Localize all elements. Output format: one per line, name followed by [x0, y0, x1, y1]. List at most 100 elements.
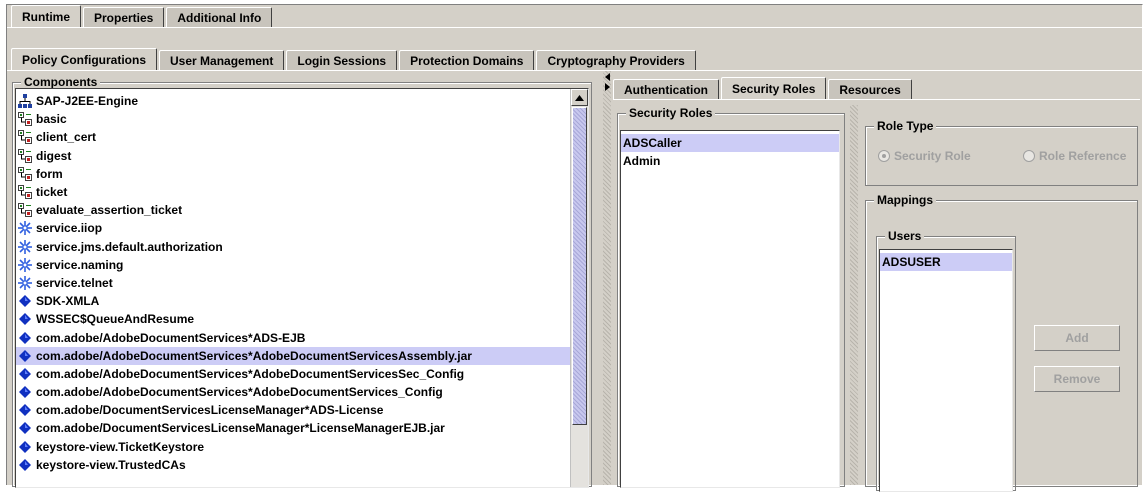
component-tree-item-label: client_cert	[36, 130, 97, 145]
security-roles-group: Security Roles ADSCaller Admin	[617, 106, 845, 488]
components-title: Components	[21, 75, 101, 89]
component-tree-item-label: evaluate_assertion_ticket	[36, 203, 183, 218]
main-splitter[interactable]	[603, 71, 611, 485]
component-tree-item[interactable]: client_cert	[16, 128, 570, 146]
service-snowflake-icon	[18, 257, 32, 272]
policy-node-icon	[18, 203, 32, 218]
component-diamond-icon	[18, 349, 32, 363]
tab-login-sessions[interactable]: Login Sessions	[286, 50, 398, 70]
component-tree-item[interactable]: service.naming	[16, 256, 570, 274]
policy-node-icon	[18, 185, 32, 200]
component-tree-item-label: com.adobe/AdobeDocumentServices*ADS-EJB	[36, 330, 306, 345]
tab-additional-info[interactable]: Additional Info	[166, 7, 273, 27]
roles-splitter[interactable]	[850, 105, 858, 485]
service-snowflake-icon	[18, 275, 32, 290]
role-type-group: Role Type Security Role Role Reference	[865, 119, 1138, 186]
security-role-item-label: ADSCaller	[623, 136, 682, 151]
policy-node-icon	[18, 130, 32, 145]
sub-tab-strip: Policy Configurations User Management Logi…	[11, 48, 698, 70]
components-list[interactable]: SAP-J2EE-Engine basic client_certdigest for…	[15, 88, 589, 488]
component-tree-item[interactable]: SAP-J2EE-Engine	[16, 92, 570, 110]
component-tree-item[interactable]: evaluate_assertion_ticket	[16, 201, 570, 219]
security-role-item-label: Admin	[623, 154, 661, 169]
component-diamond-icon	[18, 403, 32, 417]
component-tree-item-label: digest	[36, 148, 72, 163]
radio-security-role[interactable]: Security Role	[878, 149, 971, 163]
component-tree-item-label: keystore-view.TicketKeystore	[36, 439, 205, 454]
component-tree-item-label: ticket	[36, 185, 68, 200]
component-tree-item[interactable]: com.adobe/AdobeDocumentServices*AdobeDoc…	[16, 346, 570, 365]
add-button[interactable]: Add	[1034, 325, 1120, 351]
component-tree-item[interactable]: com.adobe/AdobeDocumentServices*AdobeDoc…	[16, 383, 570, 401]
component-tree-item[interactable]: form	[16, 165, 570, 183]
component-tree-item-label: SAP-J2EE-Engine	[36, 94, 139, 109]
service-snowflake-icon	[18, 221, 32, 236]
component-diamond-icon	[18, 421, 32, 435]
mappings-group: Mappings Users ADSUSER Add Remove	[865, 193, 1138, 492]
component-tree-item[interactable]: service.jms.default.authorization	[16, 238, 570, 256]
components-scrollbar[interactable]	[570, 89, 588, 487]
application-frame: Runtime Properties Additional Info Policy …	[6, 4, 1143, 492]
component-tree-item[interactable]: keystore-view.TrustedCAs	[16, 456, 570, 474]
tab-user-management[interactable]: User Management	[159, 50, 285, 70]
scroll-up-button[interactable]	[571, 89, 588, 106]
tab-protection-domains[interactable]: Protection Domains	[399, 50, 535, 70]
component-tree-item-label: keystore-view.TrustedCAs	[36, 457, 186, 472]
radio-security-role-label: Security Role	[894, 149, 971, 163]
component-diamond-icon	[18, 294, 32, 308]
component-diamond-icon	[18, 367, 32, 381]
component-diamond-icon	[18, 385, 32, 399]
component-tree-item[interactable]: com.adobe/DocumentServicesLicenseManager…	[16, 401, 570, 419]
component-tree-item-label: WSSEC$QueueAndResume	[36, 312, 195, 327]
component-diamond-icon	[18, 458, 32, 472]
security-role-item[interactable]: ADSCaller	[621, 134, 839, 153]
tab-policy-configurations[interactable]: Policy Configurations	[11, 48, 158, 70]
tab-properties[interactable]: Properties	[83, 7, 165, 27]
user-item[interactable]: ADSUSER	[880, 253, 1012, 272]
component-tree-item-label: com.adobe/DocumentServicesLicenseManager…	[36, 421, 445, 436]
tab-cryptography-providers[interactable]: Cryptography Providers	[536, 50, 696, 70]
tab-authentication[interactable]: Authentication	[613, 79, 719, 99]
component-tree-item-label: service.jms.default.authorization	[36, 239, 223, 254]
security-roles-title: Security Roles	[626, 106, 716, 120]
component-tree-item[interactable]: ticket	[16, 183, 570, 201]
component-tree-item[interactable]: keystore-view.TicketKeystore	[16, 438, 570, 456]
radio-security-role-indicator[interactable]	[878, 150, 890, 162]
policy-node-icon	[18, 148, 32, 163]
component-tree-item[interactable]: service.telnet	[16, 274, 570, 292]
policy-node-icon	[18, 112, 32, 127]
component-tree-item[interactable]: service.iiop	[16, 219, 570, 237]
component-diamond-icon	[18, 440, 32, 454]
component-tree-item[interactable]: com.adobe/AdobeDocumentServices*ADS-EJB	[16, 328, 570, 346]
component-diamond-icon	[18, 331, 32, 345]
server-tree-icon	[18, 94, 32, 109]
remove-button[interactable]: Remove	[1034, 366, 1120, 392]
users-list[interactable]: ADSUSER	[879, 249, 1013, 492]
component-tree-item-label: com.adobe/AdobeDocumentServices*AdobeDoc…	[36, 385, 443, 400]
role-type-title: Role Type	[874, 119, 937, 133]
component-tree-item[interactable]: digest	[16, 147, 570, 165]
security-roles-list[interactable]: ADSCaller Admin	[620, 130, 840, 488]
component-tree-item[interactable]: WSSEC$QueueAndResume	[16, 310, 570, 328]
tab-runtime[interactable]: Runtime	[11, 5, 81, 27]
scroll-thumb[interactable]	[572, 107, 587, 425]
detail-tab-strip: Authentication Security Roles Resources	[613, 77, 914, 99]
splitter-arrow-icon[interactable]	[605, 73, 610, 91]
component-tree-item-label: form	[36, 166, 63, 181]
users-title: Users	[885, 229, 925, 243]
component-tree-item[interactable]: SDK-XMLA	[16, 292, 570, 310]
component-tree-item[interactable]: com.adobe/AdobeDocumentServices*AdobeDoc…	[16, 365, 570, 383]
component-tree-item[interactable]: com.adobe/DocumentServicesLicenseManager…	[16, 419, 570, 437]
radio-role-reference-indicator[interactable]	[1023, 150, 1035, 162]
mappings-title: Mappings	[874, 193, 936, 207]
component-tree-item-label: com.adobe/AdobeDocumentServices*AdobeDoc…	[36, 348, 472, 363]
component-tree-item[interactable]: basic	[16, 110, 570, 128]
radio-role-reference[interactable]: Role Reference	[1023, 149, 1126, 163]
components-group: Components SAP-J2EE-Engine basic client_ce…	[12, 75, 592, 488]
security-role-item[interactable]: Admin	[621, 152, 839, 170]
component-tree-item-label: com.adobe/AdobeDocumentServices*AdobeDoc…	[36, 366, 465, 381]
tab-resources[interactable]: Resources	[828, 79, 912, 99]
component-tree-item-label: basic	[36, 112, 67, 127]
tab-security-roles[interactable]: Security Roles	[721, 77, 827, 99]
user-item-label: ADSUSER	[882, 255, 941, 270]
